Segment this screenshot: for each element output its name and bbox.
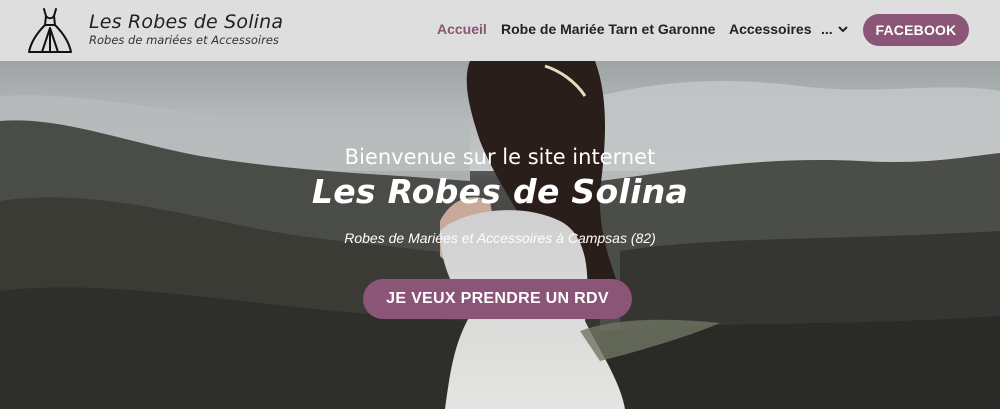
facebook-button[interactable]: FACEBOOK [863, 14, 969, 46]
nav-more-label: ... [821, 21, 833, 37]
chevron-down-icon [837, 25, 848, 32]
nav-item-accessoires[interactable]: Accessoires [729, 21, 812, 37]
nav-item-robe-de-mariee[interactable]: Robe de Mariée Tarn et Garonne [501, 21, 715, 37]
hero-subtitle: Robes de Mariées et Accessoires à Campsa… [344, 230, 656, 246]
brand-title: Les Robes de Solina [89, 11, 284, 33]
nav-item-accueil[interactable]: Accueil [437, 21, 487, 37]
book-appointment-button[interactable]: JE VEUX PRENDRE UN RDV [363, 279, 632, 319]
site-header: Les Robes de Solina Robes de mariées et … [0, 0, 1000, 61]
brand-subtitle: Robes de mariées et Accessoires [89, 33, 279, 47]
brand[interactable]: Les Robes de Solina Robes de mariées et … [89, 11, 283, 47]
hero-banner: Bienvenue sur le site internet Les Robes… [0, 61, 1000, 409]
wedding-dress-icon[interactable] [27, 6, 73, 54]
hero-welcome: Bienvenue sur le site internet [344, 145, 656, 169]
hero-title: Les Robes de Solina [311, 172, 689, 211]
nav-item-more[interactable]: ... [821, 21, 848, 37]
